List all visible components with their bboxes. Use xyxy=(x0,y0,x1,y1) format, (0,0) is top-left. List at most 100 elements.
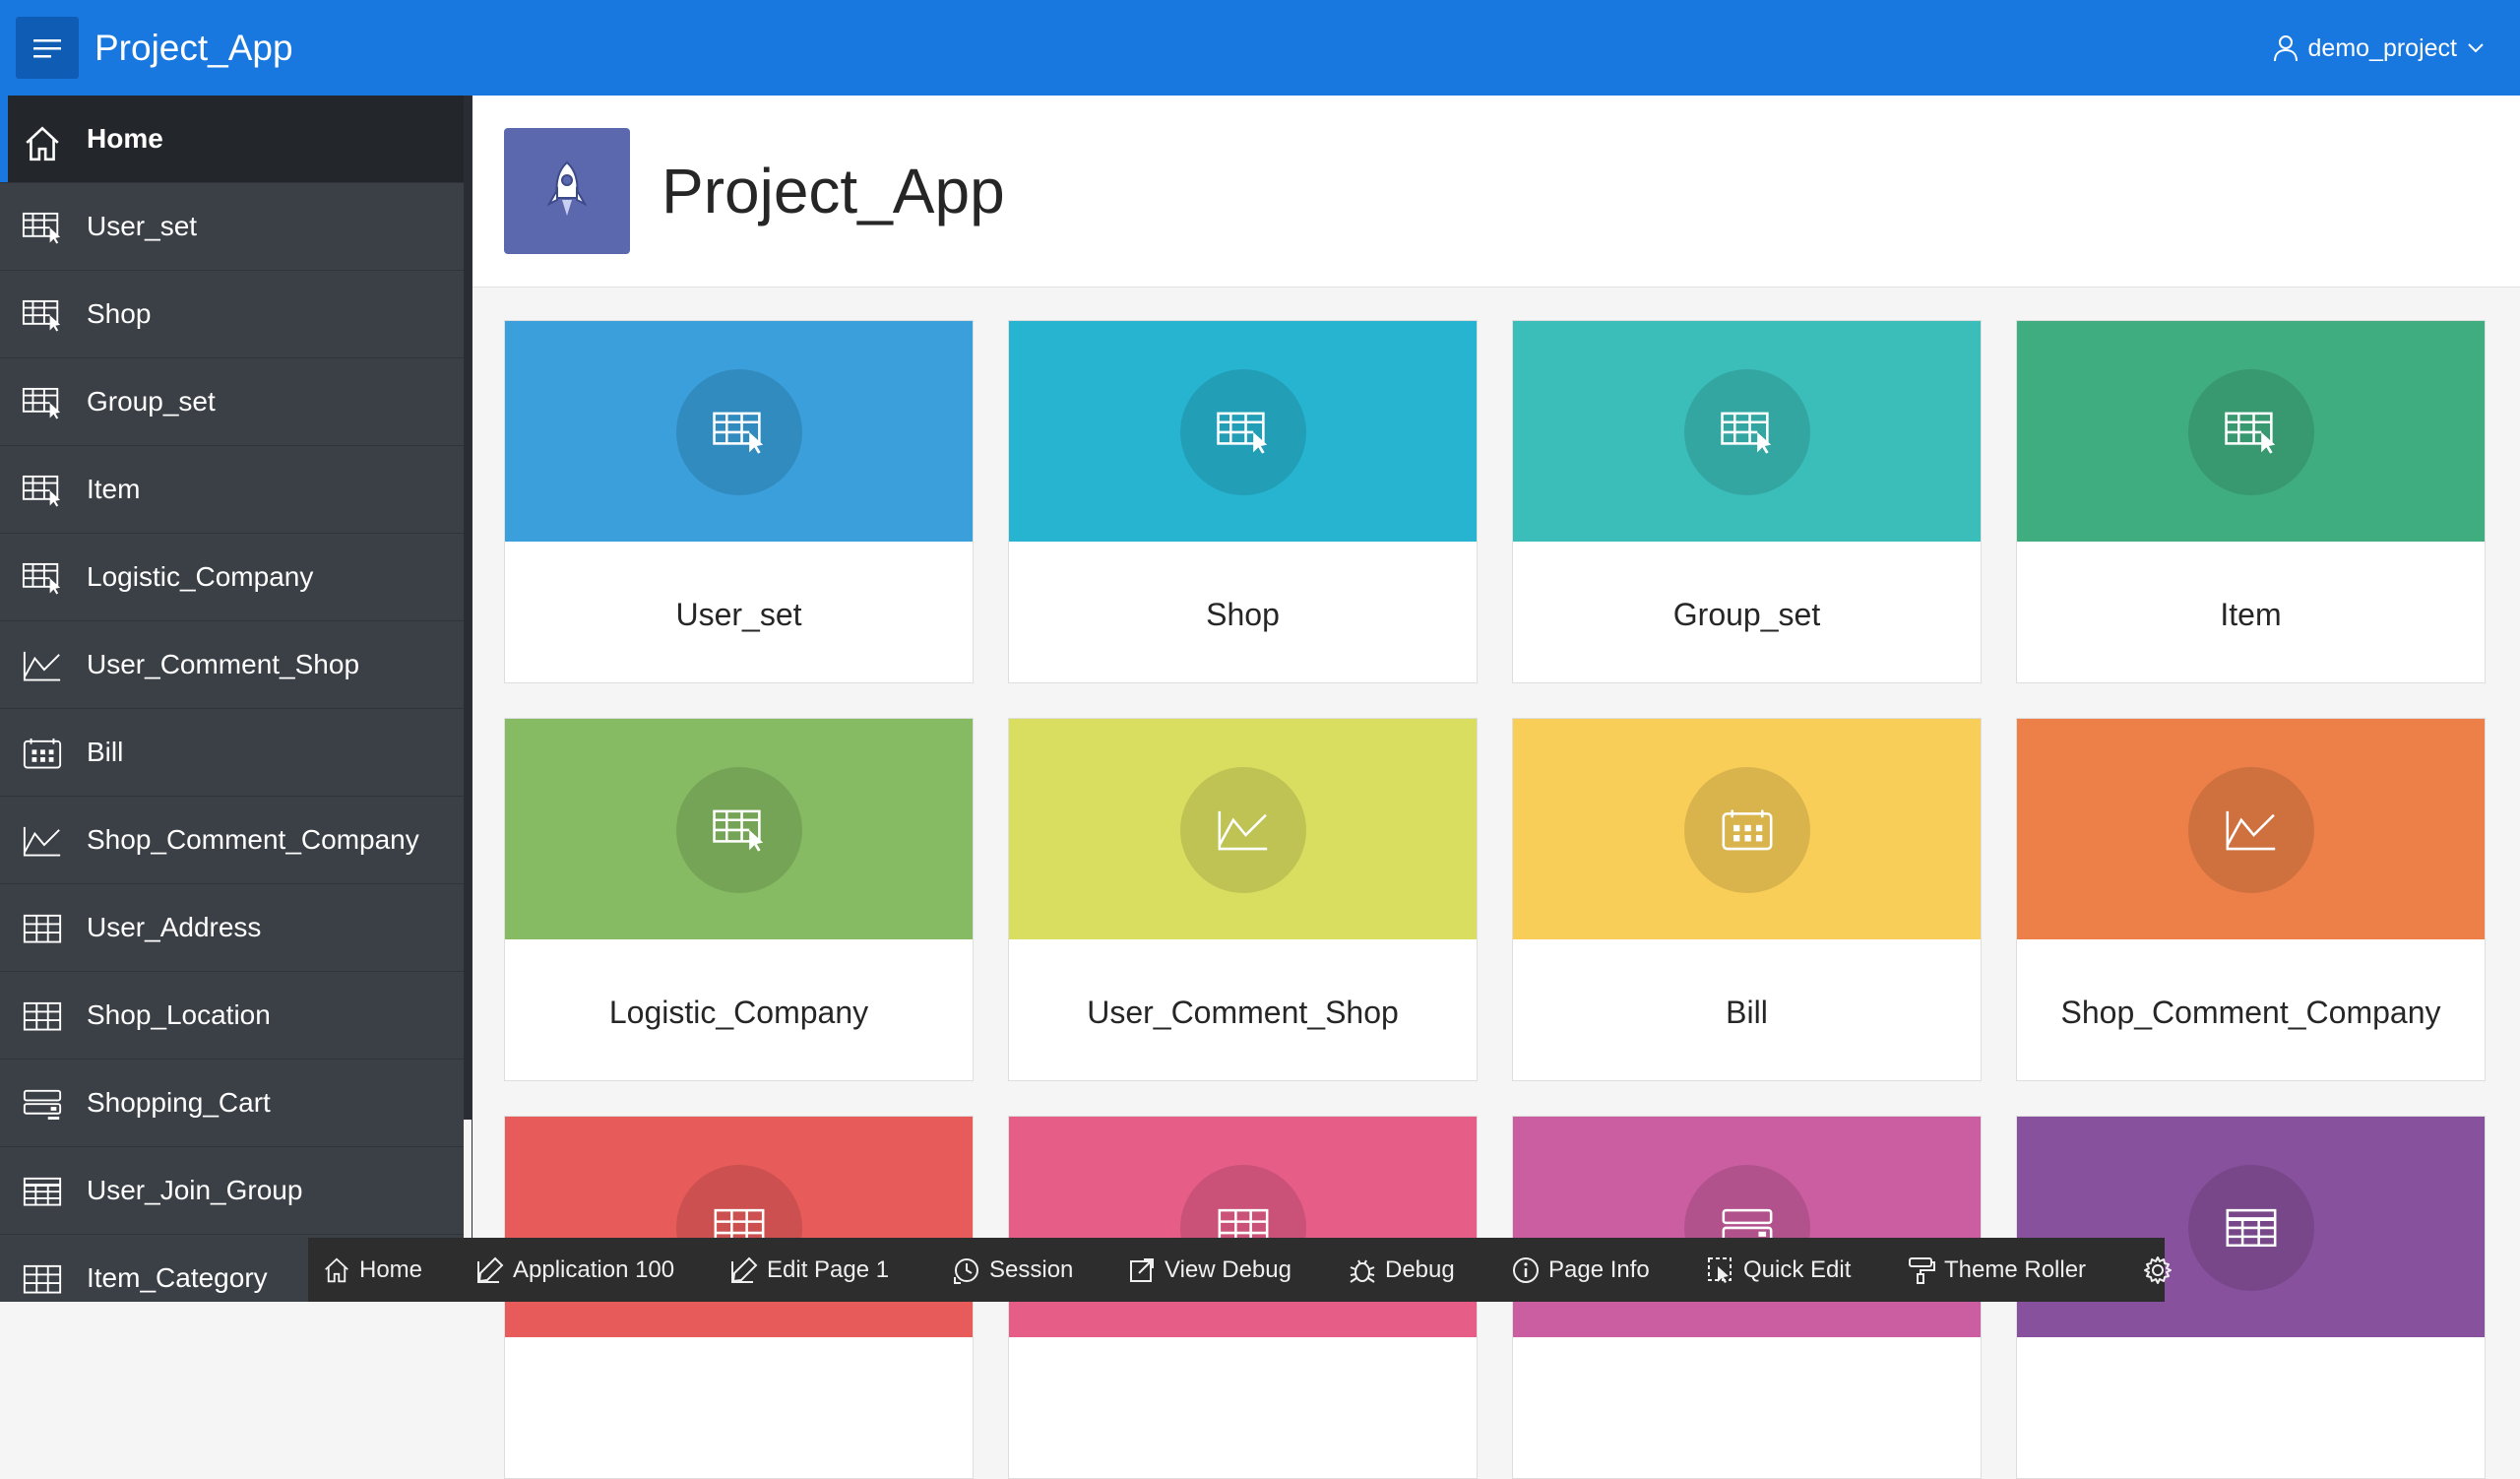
quick-edit-icon xyxy=(1706,1255,1735,1285)
devbar-debug-button[interactable]: Debug xyxy=(1348,1238,1455,1302)
card-banner xyxy=(2017,1117,2485,1337)
home-icon xyxy=(22,123,63,161)
devbar-theme-roller-button[interactable]: Theme Roller xyxy=(1907,1238,2086,1302)
app-title[interactable]: Project_App xyxy=(94,26,293,71)
devbar-label: Debug xyxy=(1385,1255,1455,1283)
edit-icon xyxy=(729,1255,759,1285)
user-menu[interactable]: demo_project xyxy=(2273,30,2485,67)
table-icon xyxy=(22,1175,63,1208)
devbar-home-button[interactable]: Home xyxy=(322,1238,422,1302)
menu-toggle-button[interactable] xyxy=(16,17,79,79)
sidebar-item-user-comment-shop[interactable]: User_Comment_Shop xyxy=(0,621,464,709)
devbar-view-debug-button[interactable]: View Debug xyxy=(1127,1238,1292,1302)
card-banner xyxy=(505,1117,973,1337)
gear-icon xyxy=(2143,1255,2173,1285)
table-cursor-icon xyxy=(676,369,802,495)
info-icon xyxy=(1511,1255,1541,1285)
sidebar-item-label: Item_Category xyxy=(87,1262,268,1293)
page-title: Project_App xyxy=(662,156,1005,226)
calendar-icon xyxy=(22,737,63,770)
card-item[interactable]: Item xyxy=(2016,320,2486,683)
devbar-label: View Debug xyxy=(1165,1255,1292,1283)
devbar-label: Home xyxy=(359,1255,423,1283)
rocket-icon xyxy=(504,128,630,254)
card-title: Bill xyxy=(1726,995,1768,1030)
card-banner xyxy=(505,321,973,542)
table-cursor-icon xyxy=(22,298,63,332)
devbar-settings-button[interactable] xyxy=(2143,1238,2173,1302)
external-link-icon xyxy=(1127,1255,1157,1285)
sidebar-item-label: User_Comment_Shop xyxy=(87,649,360,679)
sidebar-item-group-set[interactable]: Group_set xyxy=(0,358,464,446)
top-navigation-bar: Project_App demo_project xyxy=(0,0,2520,96)
sidebar-item-logistic-company[interactable]: Logistic_Company xyxy=(0,534,464,621)
home-icon xyxy=(322,1255,351,1285)
card-user-set[interactable]: User_set xyxy=(504,320,974,683)
sidebar-item-shop-comment-company[interactable]: Shop_Comment_Company xyxy=(0,797,464,884)
line-chart-icon xyxy=(22,824,63,858)
sidebar-item-user-set[interactable]: User_set xyxy=(0,183,464,271)
card-title: Shop xyxy=(1206,597,1280,632)
card-shop[interactable]: Shop xyxy=(1008,320,1478,683)
table-icon xyxy=(2188,1165,2314,1291)
devbar-quick-edit-button[interactable]: Quick Edit xyxy=(1706,1238,1851,1302)
sidebar-item-bill[interactable]: Bill xyxy=(0,709,464,797)
devbar-label: Application 100 xyxy=(513,1255,675,1283)
card-banner xyxy=(1513,321,1981,542)
sidebar-item-user-join-group[interactable]: User_Join_Group xyxy=(0,1147,464,1235)
main-content: Project_App User_set Shop Group_set Item Log… xyxy=(472,96,2520,1479)
table-cursor-icon xyxy=(22,386,63,419)
sidebar-item-label: User_Join_Group xyxy=(87,1175,303,1205)
grid-icon xyxy=(22,1262,63,1296)
bug-icon xyxy=(1348,1255,1377,1285)
sidebar-item-label: Bill xyxy=(87,737,124,767)
sidebar-item-home[interactable]: Home xyxy=(0,96,464,183)
table-cursor-icon xyxy=(2188,369,2314,495)
table-cursor-icon xyxy=(676,767,802,893)
sidebar-navigation: Home User_set Shop Group_set Item Logistic_Co… xyxy=(0,96,464,1302)
card-banner xyxy=(2017,321,2485,542)
devbar-label: Edit Page 1 xyxy=(767,1255,890,1283)
line-chart-icon xyxy=(22,649,63,682)
sidebar-item-label: Home xyxy=(87,123,163,154)
devbar-application-100-button[interactable]: Application 100 xyxy=(475,1238,674,1302)
grid-icon xyxy=(22,912,63,945)
sidebar-item-shop[interactable]: Shop xyxy=(0,271,464,358)
card-logistic-company[interactable]: Logistic_Company xyxy=(504,718,974,1081)
grid-icon xyxy=(22,999,63,1033)
sidebar-item-label: User_Address xyxy=(87,912,262,942)
devbar-label: Theme Roller xyxy=(1944,1255,2087,1283)
hero-region: Project_App xyxy=(472,96,2520,288)
card-user-comment-shop[interactable]: User_Comment_Shop xyxy=(1008,718,1478,1081)
sidebar-item-user-address[interactable]: User_Address xyxy=(0,884,464,972)
table-cursor-icon xyxy=(1684,369,1810,495)
card-shop-comment-company[interactable]: Shop_Comment_Company xyxy=(2016,718,2486,1081)
devbar-edit-page-1-button[interactable]: Edit Page 1 xyxy=(729,1238,889,1302)
card-banner xyxy=(1513,1117,1981,1337)
table-cursor-icon xyxy=(1180,369,1306,495)
card-title: Logistic_Company xyxy=(608,995,869,1030)
hamburger-icon xyxy=(33,38,61,57)
sidebar-item-shopping-cart[interactable]: Shopping_Cart xyxy=(0,1060,464,1147)
devbar-page-info-button[interactable]: Page Info xyxy=(1511,1238,1650,1302)
table-cursor-icon xyxy=(22,474,63,507)
table-cursor-icon xyxy=(22,211,63,244)
card-banner xyxy=(1009,719,1477,939)
devbar-label: Session xyxy=(989,1255,1074,1283)
sidebar-item-label: Shop_Comment_Company xyxy=(87,824,419,855)
sidebar-item-shop-location[interactable]: Shop_Location xyxy=(0,972,464,1060)
card-banner xyxy=(1009,1117,1477,1337)
session-icon xyxy=(952,1255,981,1285)
sidebar-item-label: Shop_Location xyxy=(87,999,271,1030)
devbar-session-button[interactable]: Session xyxy=(952,1238,1073,1302)
table-cursor-icon xyxy=(22,561,63,595)
card-group-set[interactable]: Group_set xyxy=(1512,320,1982,683)
sidebar-item-label: Shop xyxy=(87,298,152,329)
sidebar-scrollbar[interactable] xyxy=(464,96,472,1120)
sidebar-item-item[interactable]: Item xyxy=(0,446,464,534)
edit-icon xyxy=(475,1255,505,1285)
line-chart-icon xyxy=(1180,767,1306,893)
form-icon xyxy=(22,1087,63,1121)
card-bill[interactable]: Bill xyxy=(1512,718,1982,1081)
developer-toolbar: Home Application 100 Edit Page 1 Session Vie… xyxy=(308,1238,2172,1302)
